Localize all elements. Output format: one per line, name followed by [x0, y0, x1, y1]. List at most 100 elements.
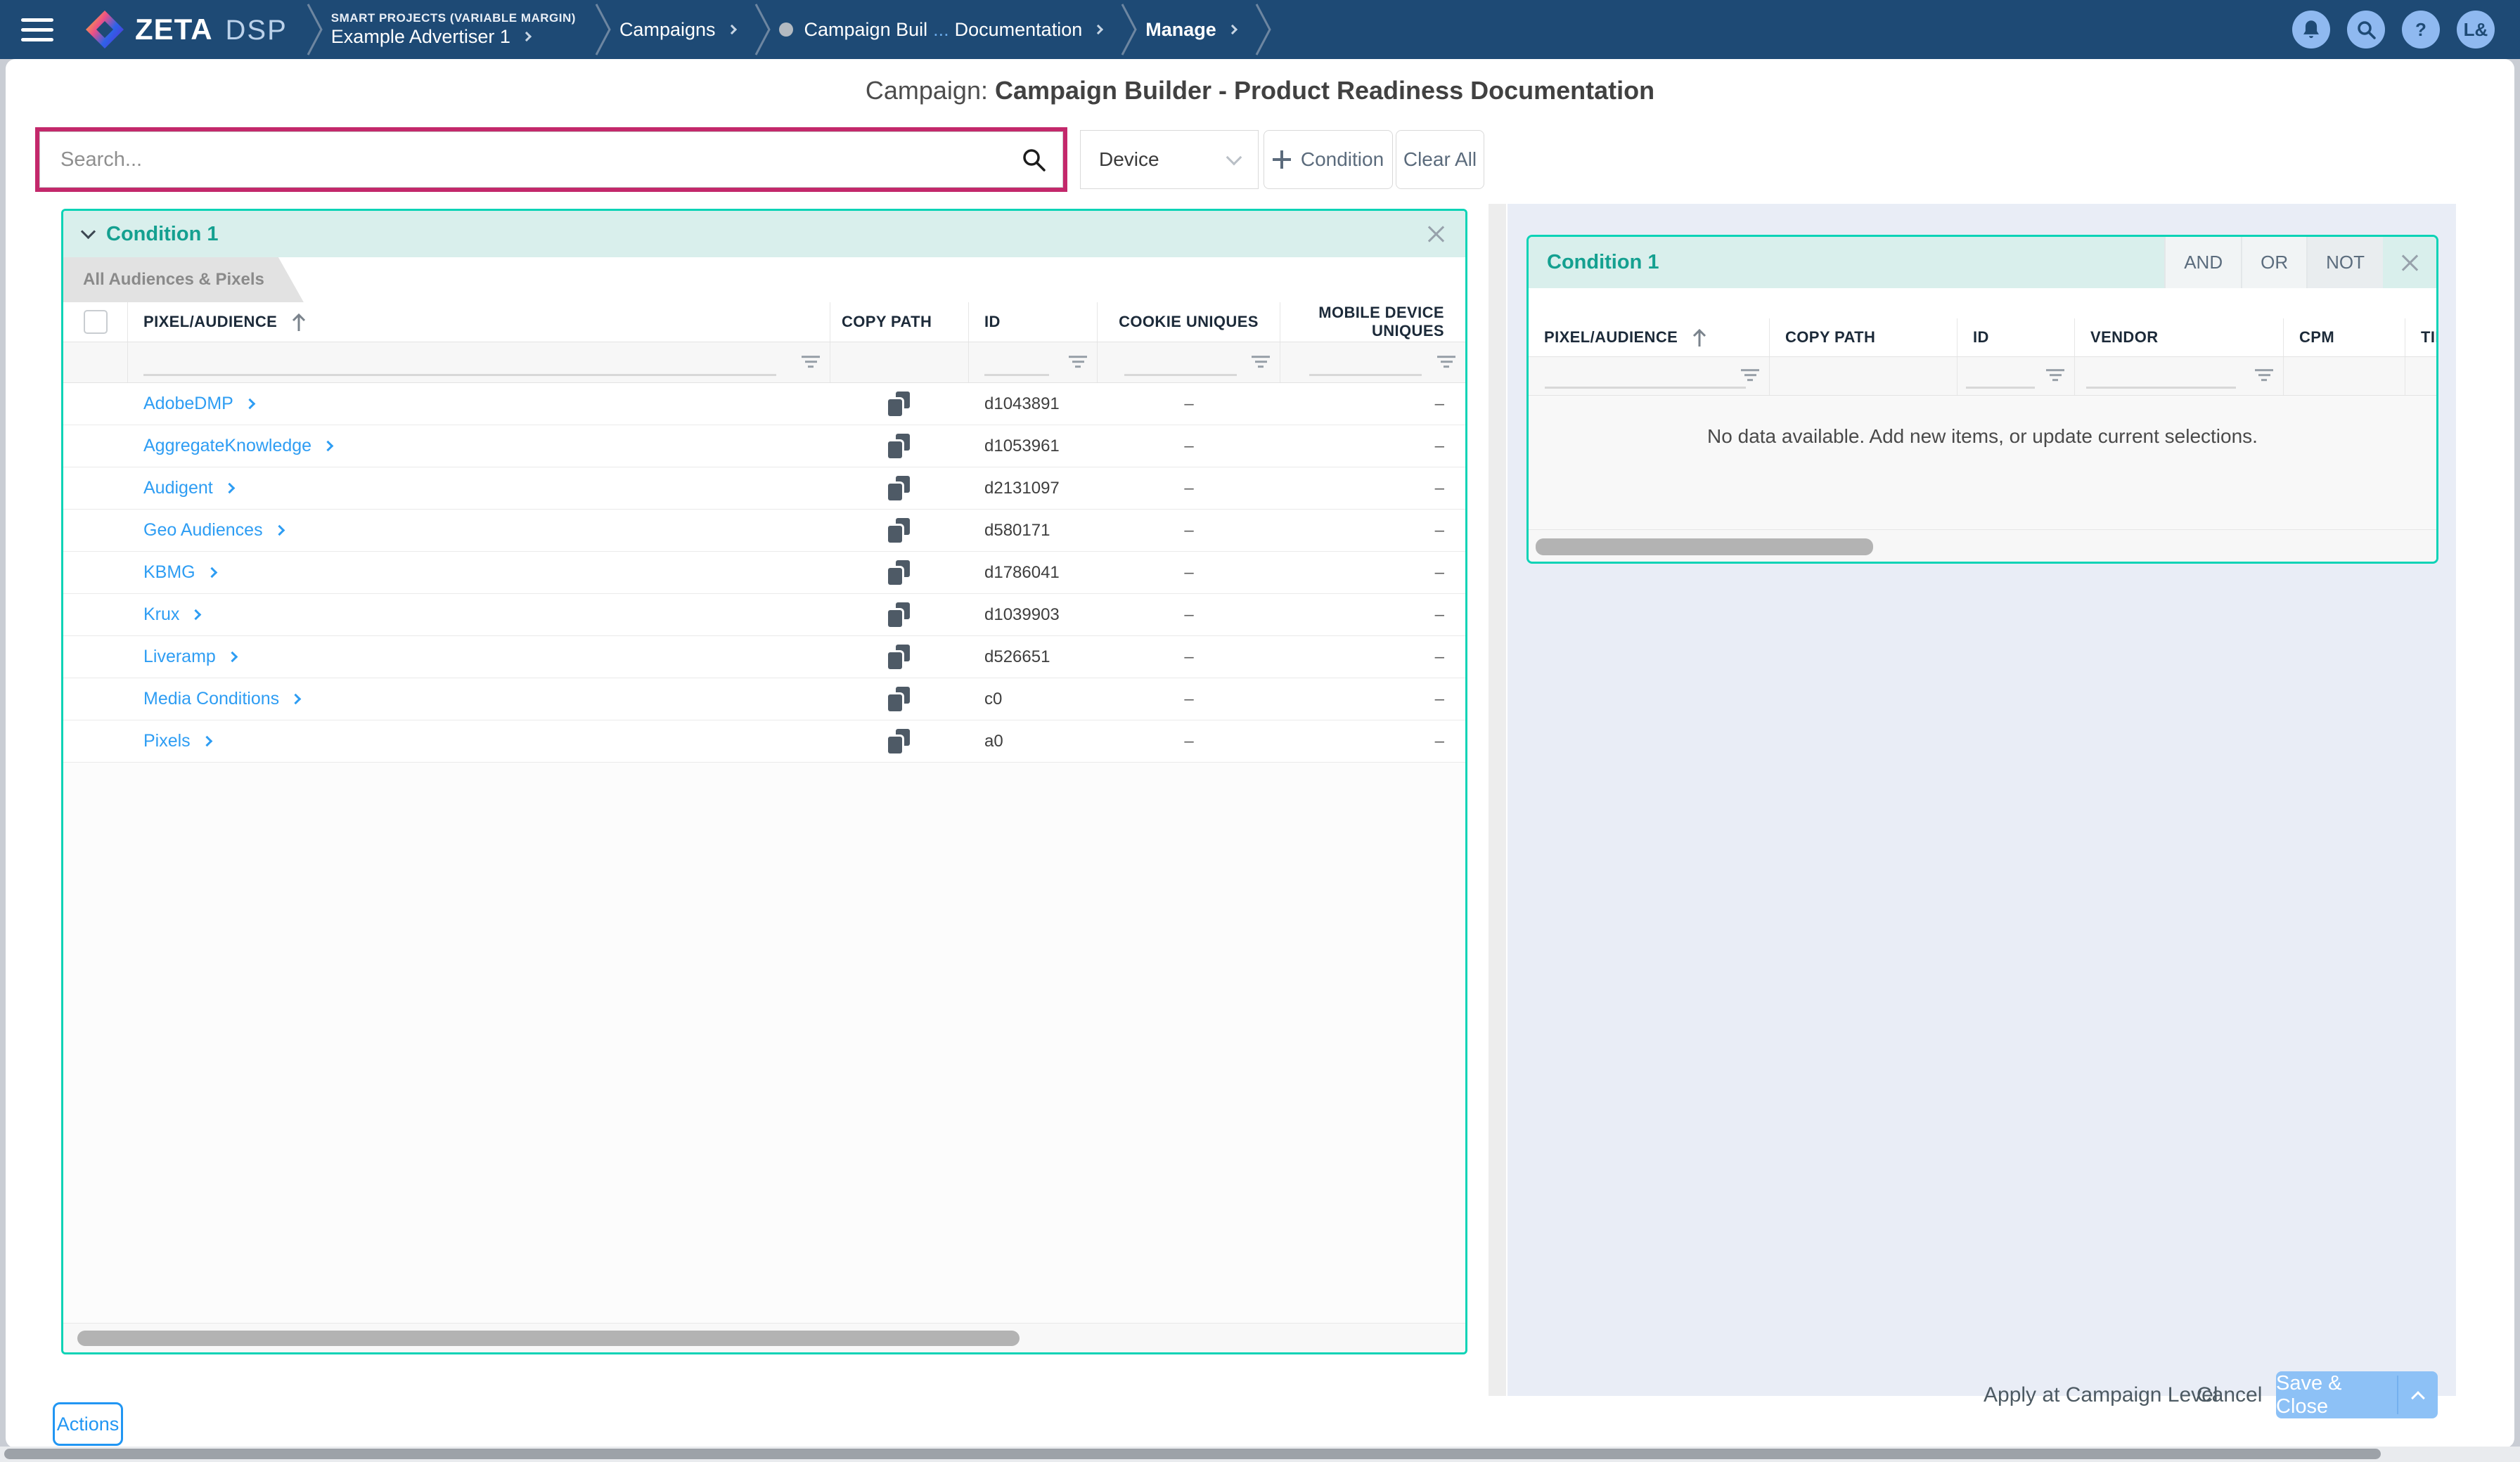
- audience-link[interactable]: Pixels: [143, 731, 211, 751]
- audience-link[interactable]: Liveramp: [143, 647, 236, 667]
- add-condition-button[interactable]: Condition: [1264, 130, 1393, 189]
- filter-icon[interactable]: [1069, 356, 1087, 368]
- notifications-button[interactable]: [2292, 11, 2330, 48]
- filter-icon[interactable]: [2046, 369, 2064, 381]
- filter-pixel-audience[interactable]: [128, 342, 830, 382]
- horizontal-scrollbar: [1529, 529, 2436, 562]
- operator-and-button[interactable]: AND: [2164, 237, 2241, 288]
- plus-icon: [1273, 150, 1291, 169]
- copy-path-icon[interactable]: [888, 729, 910, 753]
- filter-vendor[interactable]: [2075, 357, 2284, 395]
- breadcrumb-manage[interactable]: Manage: [1145, 18, 1236, 41]
- save-and-close-button[interactable]: Save & Close: [2276, 1371, 2438, 1418]
- table-header-row: PIXEL/AUDIENCE COPY PATH ID COOKIE UNIQU…: [63, 302, 1465, 342]
- audience-link[interactable]: AggregateKnowledge: [143, 436, 332, 456]
- help-button[interactable]: ?: [2402, 11, 2440, 48]
- mobile-uniques-value: –: [1280, 594, 1465, 635]
- column-header-mobile-device-uniques[interactable]: MOBILE DEVICE UNIQUES: [1280, 302, 1465, 342]
- condition-1-source-panel: Condition 1 All Audiences & Pixels PIXEL…: [61, 209, 1467, 1354]
- filter-row: [1529, 357, 2438, 396]
- copy-path-icon[interactable]: [888, 476, 910, 500]
- cookie-uniques-value: –: [1098, 636, 1280, 678]
- page-horizontal-scrollbar: [0, 1447, 2520, 1462]
- audience-link[interactable]: AdobeDMP: [143, 394, 254, 414]
- search-input[interactable]: [59, 148, 1021, 172]
- audience-link[interactable]: Geo Audiences: [143, 520, 283, 541]
- horizontal-scrollbar-thumb[interactable]: [1536, 538, 1873, 555]
- column-header-vendor[interactable]: VENDOR: [2075, 318, 2284, 356]
- operator-not-button[interactable]: NOT: [2306, 237, 2383, 288]
- filter-icon[interactable]: [1252, 356, 1270, 368]
- copy-path-icon[interactable]: [888, 434, 910, 458]
- audience-link[interactable]: Krux: [143, 604, 200, 625]
- chevron-down-icon[interactable]: [81, 224, 96, 238]
- copy-path-icon[interactable]: [888, 687, 910, 711]
- column-header-time[interactable]: TIME: [2405, 318, 2438, 356]
- zeta-logo-icon[interactable]: [84, 9, 125, 50]
- copy-path-icon[interactable]: [888, 392, 910, 416]
- global-search-button[interactable]: [2347, 11, 2385, 48]
- filter-pixel-audience[interactable]: [1529, 357, 1770, 395]
- audience-link[interactable]: KBMG: [143, 562, 216, 583]
- dimension-select[interactable]: Device: [1080, 130, 1259, 189]
- column-header-copy-path[interactable]: COPY PATH: [1770, 318, 1958, 356]
- copy-path-icon[interactable]: [888, 518, 910, 543]
- filter-mobile-device-uniques[interactable]: [1280, 342, 1465, 382]
- vertical-scrollbar[interactable]: [1489, 204, 1506, 1396]
- menu-icon[interactable]: [21, 18, 53, 41]
- tab-all-audiences-pixels[interactable]: All Audiences & Pixels: [63, 257, 304, 302]
- filter-icon[interactable]: [802, 356, 820, 368]
- chevron-right-icon: [245, 399, 256, 410]
- breadcrumb-advertiser[interactable]: SMART PROJECTS (VARIABLE MARGIN) Example…: [331, 11, 576, 48]
- operator-or-button[interactable]: OR: [2241, 237, 2306, 288]
- table-row: Geo Audiences d580171 – –: [63, 510, 1465, 552]
- filter-id[interactable]: [969, 342, 1098, 382]
- close-icon[interactable]: [2400, 253, 2419, 273]
- column-header-cookie-uniques[interactable]: COOKIE UNIQUES: [1098, 302, 1280, 342]
- breadcrumb-campaign-ellipsis: ...: [933, 18, 949, 41]
- breadcrumb-campaign[interactable]: Campaign Buil ... Documentation: [779, 18, 1102, 41]
- search-highlight-box: [35, 127, 1067, 192]
- column-header-pixel-audience[interactable]: PIXEL/AUDIENCE: [1529, 318, 1770, 356]
- add-condition-label: Condition: [1301, 148, 1384, 171]
- column-header-id[interactable]: ID: [1958, 318, 2075, 356]
- copy-path-icon[interactable]: [888, 645, 910, 669]
- select-all-checkbox[interactable]: [84, 310, 108, 334]
- page-horizontal-scrollbar-thumb[interactable]: [4, 1449, 2381, 1459]
- cancel-link[interactable]: Cancel: [2197, 1383, 2262, 1407]
- breadcrumb-campaigns[interactable]: Campaigns: [619, 18, 735, 41]
- save-options-toggle[interactable]: [2398, 1371, 2438, 1418]
- condition-panel-header: Condition 1 AND OR NOT: [1529, 237, 2436, 288]
- bell-icon: [2301, 19, 2321, 40]
- audience-link[interactable]: Media Conditions: [143, 689, 300, 709]
- actions-label: Actions: [57, 1414, 120, 1435]
- copy-path-icon[interactable]: [888, 560, 910, 585]
- clear-all-button[interactable]: Clear All: [1396, 130, 1484, 189]
- brand[interactable]: ZETA DSP: [135, 13, 288, 46]
- filter-icon[interactable]: [1437, 356, 1455, 368]
- column-header-cpm[interactable]: CPM: [2284, 318, 2405, 356]
- mobile-uniques-value: –: [1280, 467, 1465, 509]
- copy-path-icon[interactable]: [888, 602, 910, 627]
- column-header-copy-path[interactable]: COPY PATH: [830, 302, 969, 342]
- breadcrumb-separator-icon: [306, 0, 324, 59]
- chevron-right-icon: [206, 567, 217, 578]
- row-id: d1053961: [969, 425, 1098, 467]
- horizontal-scrollbar-thumb[interactable]: [77, 1331, 1020, 1346]
- filter-icon[interactable]: [2255, 369, 2273, 381]
- avatar-initials: L&: [2464, 19, 2488, 41]
- filter-id[interactable]: [1958, 357, 2075, 395]
- column-header-id[interactable]: ID: [969, 302, 1098, 342]
- filter-icon[interactable]: [1741, 369, 1759, 381]
- condition-title: Condition 1: [106, 223, 218, 246]
- chevron-right-icon: [191, 609, 202, 621]
- actions-button[interactable]: Actions: [53, 1402, 123, 1446]
- audience-link[interactable]: Audigent: [143, 478, 233, 498]
- close-icon[interactable]: [1426, 224, 1446, 244]
- apply-at-campaign-level-link[interactable]: Apply at Campaign Level: [1984, 1383, 2218, 1407]
- search-icon[interactable]: [1021, 147, 1046, 172]
- filter-cookie-uniques[interactable]: [1098, 342, 1280, 382]
- avatar[interactable]: L&: [2457, 11, 2495, 48]
- horizontal-scrollbar: [63, 1323, 1465, 1352]
- column-header-pixel-audience[interactable]: PIXEL/AUDIENCE: [128, 302, 830, 342]
